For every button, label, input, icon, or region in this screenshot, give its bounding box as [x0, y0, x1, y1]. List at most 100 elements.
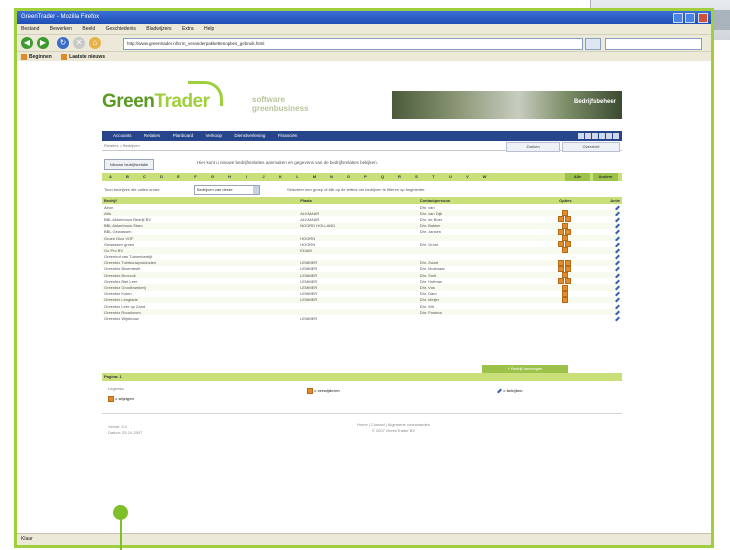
bookmark-nieuws[interactable]: Laatste nieuws [61, 53, 105, 60]
alphabet-letter[interactable]: J [255, 173, 272, 181]
lock-icon[interactable] [561, 247, 568, 254]
edit-icon[interactable] [615, 229, 620, 235]
pager[interactable]: Pagina: 1 [104, 374, 122, 379]
alphabet-letter[interactable]: P [357, 173, 374, 181]
lock-icon[interactable] [558, 265, 565, 272]
alphabet-letter[interactable]: E [170, 173, 187, 181]
alphabet-letter[interactable]: B [119, 173, 136, 181]
column-bedrijf[interactable]: Bedrijf [102, 197, 299, 204]
nav-verkoop[interactable]: Verkoop [205, 131, 222, 141]
edit-icon[interactable] [615, 205, 620, 211]
go-button[interactable] [585, 38, 601, 50]
alphabet-letter[interactable]: G [204, 173, 221, 181]
menu-bestand[interactable]: Bestand [21, 26, 39, 32]
group-select[interactable]: Bedrijven van derde [194, 185, 260, 195]
settings-icon[interactable] [599, 133, 605, 139]
logout-icon[interactable] [613, 133, 619, 139]
add-company-button[interactable]: + Bedrijf toevoegen [482, 365, 568, 373]
alphabet-letter[interactable]: C [136, 173, 153, 181]
forward-arrow-icon[interactable]: ▶ [37, 37, 49, 49]
nav-relaties[interactable]: Relaties [144, 131, 160, 141]
lock-icon[interactable] [565, 259, 572, 266]
edit-icon[interactable] [615, 297, 620, 303]
alphabet-letter[interactable]: T [425, 173, 442, 181]
mail-icon[interactable] [578, 133, 584, 139]
search-input[interactable] [605, 38, 702, 50]
alphabet-letter[interactable]: Q [374, 173, 391, 181]
edit-icon[interactable] [615, 217, 620, 223]
lock-icon[interactable] [558, 259, 565, 266]
menu-bewerken[interactable]: Bewerken [50, 26, 72, 32]
maximize-icon[interactable] [685, 13, 696, 23]
alphabet-letter[interactable]: D [153, 173, 170, 181]
nav-dienstverlening[interactable]: Dienstverlening [234, 131, 265, 141]
footer-links[interactable]: Home | Contact | Algemene voorwaarden © … [357, 422, 430, 434]
lock-icon[interactable] [558, 241, 565, 248]
lock-icon[interactable] [561, 272, 568, 279]
edit-icon[interactable] [615, 310, 620, 316]
alphabet-andere[interactable]: Andere [593, 173, 618, 181]
edit-icon[interactable] [615, 304, 620, 310]
home-icon[interactable]: ⌂ [89, 37, 101, 49]
lock-icon[interactable] [561, 296, 568, 303]
minimize-icon[interactable] [672, 13, 683, 23]
column-plaats[interactable]: Plaats [298, 197, 418, 204]
bookmark-beginnen[interactable]: Beginnen [21, 53, 52, 60]
lock-icon[interactable] [561, 222, 568, 229]
lock-icon[interactable] [558, 216, 565, 223]
edit-icon[interactable] [615, 291, 620, 297]
edit-icon[interactable] [615, 223, 620, 229]
lock-icon[interactable] [558, 278, 565, 285]
alphabet-letter[interactable]: K [272, 173, 289, 181]
menu-extra[interactable]: Extra [182, 26, 194, 32]
edit-icon[interactable] [615, 316, 620, 322]
alphabet-letter[interactable]: R [391, 173, 408, 181]
table-row[interactable]: Greenbiz Wijnbouw LEMMER [102, 315, 622, 322]
edit-icon[interactable] [615, 279, 620, 285]
lock-icon[interactable] [565, 241, 572, 248]
alphabet-letter[interactable]: V [459, 173, 476, 181]
nav-financien[interactable]: Financiën [278, 131, 298, 141]
edit-icon[interactable] [615, 242, 620, 248]
alphabet-letter[interactable]: I [238, 173, 255, 181]
back-arrow-icon[interactable]: ◀ [21, 37, 33, 49]
menu-bladwijzers[interactable]: Bladwijzers [146, 26, 171, 32]
lock-icon[interactable] [565, 278, 572, 285]
alphabet-letter[interactable]: U [442, 173, 459, 181]
lock-icon[interactable] [561, 210, 568, 217]
nav-planboard[interactable]: Planboard [173, 131, 194, 141]
edit-icon[interactable] [615, 211, 620, 217]
lock-icon[interactable] [565, 216, 572, 223]
alphabet-letter[interactable]: M [306, 173, 323, 181]
help-icon[interactable] [592, 133, 598, 139]
alphabet-alle[interactable]: Alle [565, 173, 590, 181]
alphabet-letter[interactable]: A [102, 173, 119, 181]
edit-icon[interactable] [615, 236, 620, 242]
close-icon[interactable] [698, 13, 708, 23]
lock-icon[interactable] [561, 235, 568, 242]
lock-icon[interactable] [561, 290, 568, 297]
alphabet-letter[interactable]: L [289, 173, 306, 181]
print-icon[interactable] [585, 133, 591, 139]
edit-icon[interactable] [615, 266, 620, 272]
alphabet-letter[interactable]: H [221, 173, 238, 181]
menu-geschiedenis[interactable]: Geschiedenis [106, 26, 136, 32]
column-contact[interactable]: Contactpersoon [417, 197, 537, 204]
menu-help[interactable]: Help [204, 26, 214, 32]
overzicht-button[interactable]: Overzicht [562, 142, 620, 152]
alphabet-letter[interactable]: O [340, 173, 357, 181]
menu-beeld[interactable]: Beeld [82, 26, 95, 32]
edit-icon[interactable] [615, 260, 620, 266]
user-icon[interactable] [606, 133, 612, 139]
edit-icon[interactable] [615, 285, 620, 291]
cell-bedrijf[interactable]: Greenbiz Wijnbouw [102, 315, 298, 321]
zoeken-button[interactable]: Zoeken [506, 142, 560, 152]
edit-icon[interactable] [615, 248, 620, 254]
alphabet-letter[interactable]: S [408, 173, 425, 181]
alphabet-letter[interactable]: F [187, 173, 204, 181]
edit-icon[interactable] [615, 273, 620, 279]
stop-icon[interactable]: ✕ [73, 37, 85, 49]
address-bar[interactable]: http://www.greentrader.nl/crm_veranderpa… [123, 38, 583, 50]
lock-icon[interactable] [561, 284, 568, 291]
reload-icon[interactable]: ↻ [57, 37, 69, 49]
